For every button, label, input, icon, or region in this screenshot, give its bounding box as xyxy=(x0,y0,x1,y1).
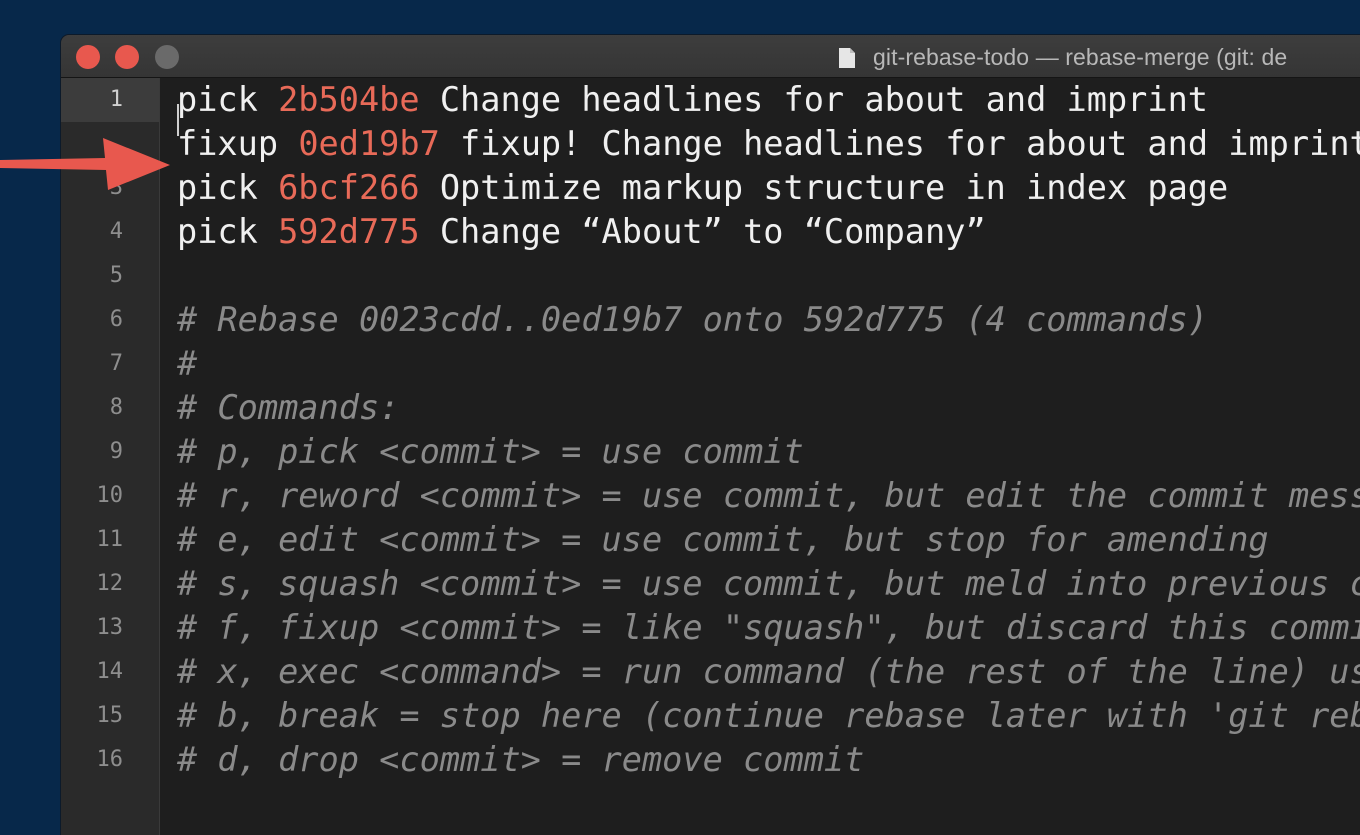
line-number: 11 xyxy=(96,527,124,552)
rebase-command: pick xyxy=(177,80,258,119)
line-number: 5 xyxy=(109,263,123,288)
comment-text: # x, exec <command> = run command (the r… xyxy=(177,652,1360,691)
zoom-button[interactable] xyxy=(155,45,179,69)
code-line[interactable]: # Rebase 0023cdd..0ed19b7 onto 592d775 (… xyxy=(177,298,1208,342)
rebase-command: pick xyxy=(177,168,258,207)
rebase-command: pick xyxy=(177,212,258,251)
comment-text: # Commands: xyxy=(177,388,400,427)
comment-text: # e, edit <commit> = use commit, but sto… xyxy=(177,520,1269,559)
window-title: git-rebase-todo — rebase-merge (git: de xyxy=(838,44,1287,71)
comment-text: # p, pick <commit> = use commit xyxy=(177,432,804,471)
minimize-button[interactable] xyxy=(115,45,139,69)
red-arrow-icon xyxy=(0,138,170,190)
line-number: 12 xyxy=(96,571,124,596)
comment-text: # r, reword <commit> = use commit, but e… xyxy=(177,476,1360,515)
commit-message: Change “About” to “Company” xyxy=(439,212,986,251)
comment-text: # d, drop <commit> = remove commit xyxy=(177,740,865,779)
line-number: 8 xyxy=(109,395,123,420)
commit-hash: 0ed19b7 xyxy=(298,124,440,163)
line-number: 10 xyxy=(96,483,124,508)
code-line[interactable]: # p, pick <commit> = use commit xyxy=(177,430,804,474)
line-number: 1 xyxy=(61,78,159,122)
editor-window: git-rebase-todo — rebase-merge (git: de … xyxy=(61,35,1360,835)
code-line[interactable]: pick 2b504be Change headlines for about … xyxy=(177,78,1208,122)
line-number: 9 xyxy=(109,439,123,464)
line-number: 15 xyxy=(96,703,124,728)
code-line[interactable]: # e, edit <commit> = use commit, but sto… xyxy=(177,518,1269,562)
code-line[interactable]: pick 6bcf266 Optimize markup structure i… xyxy=(177,166,1228,210)
commit-message: fixup! Change headlines for about and im… xyxy=(460,124,1360,163)
rebase-command: fixup xyxy=(177,124,279,163)
commit-hash: 2b504be xyxy=(278,80,420,119)
comment-text: # b, break = stop here (continue rebase … xyxy=(177,696,1360,735)
code-line[interactable]: # xyxy=(177,342,197,386)
line-number: 16 xyxy=(96,747,124,772)
code-line[interactable]: fixup 0ed19b7 fixup! Change headlines fo… xyxy=(177,122,1360,166)
code-line[interactable]: # s, squash <commit> = use commit, but m… xyxy=(177,562,1360,606)
code-line[interactable]: pick 592d775 Change “About” to “Company” xyxy=(177,210,986,254)
close-button[interactable] xyxy=(76,45,100,69)
commit-hash: 6bcf266 xyxy=(278,168,420,207)
code-line[interactable]: # d, drop <commit> = remove commit xyxy=(177,738,864,782)
comment-text: # xyxy=(177,344,198,383)
commit-message: Optimize markup structure in index page xyxy=(439,168,1229,207)
window-title-text: git-rebase-todo — rebase-merge (git: de xyxy=(873,44,1288,70)
code-line[interactable]: # r, reword <commit> = use commit, but e… xyxy=(177,474,1360,518)
code-line[interactable]: # x, exec <command> = run command (the r… xyxy=(177,650,1360,694)
comment-text: # f, fixup <commit> = like "squash", but… xyxy=(177,608,1360,647)
commit-message: Change headlines for about and imprint xyxy=(439,80,1209,119)
line-number: 13 xyxy=(96,615,124,640)
code-line[interactable]: # Commands: xyxy=(177,386,399,430)
line-number: 14 xyxy=(96,659,124,684)
code-line[interactable]: # f, fixup <commit> = like "squash", but… xyxy=(177,606,1360,650)
title-bar[interactable]: git-rebase-todo — rebase-merge (git: de xyxy=(61,35,1360,78)
code-line[interactable]: # b, break = stop here (continue rebase … xyxy=(177,694,1360,738)
commit-hash: 592d775 xyxy=(278,212,420,251)
line-number: 7 xyxy=(109,351,123,376)
line-number: 6 xyxy=(109,307,123,332)
line-number: 4 xyxy=(109,219,123,244)
comment-text: # Rebase 0023cdd..0ed19b7 onto 592d775 (… xyxy=(177,300,1209,339)
document-icon xyxy=(839,47,855,68)
comment-text: # s, squash <commit> = use commit, but m… xyxy=(177,564,1360,603)
